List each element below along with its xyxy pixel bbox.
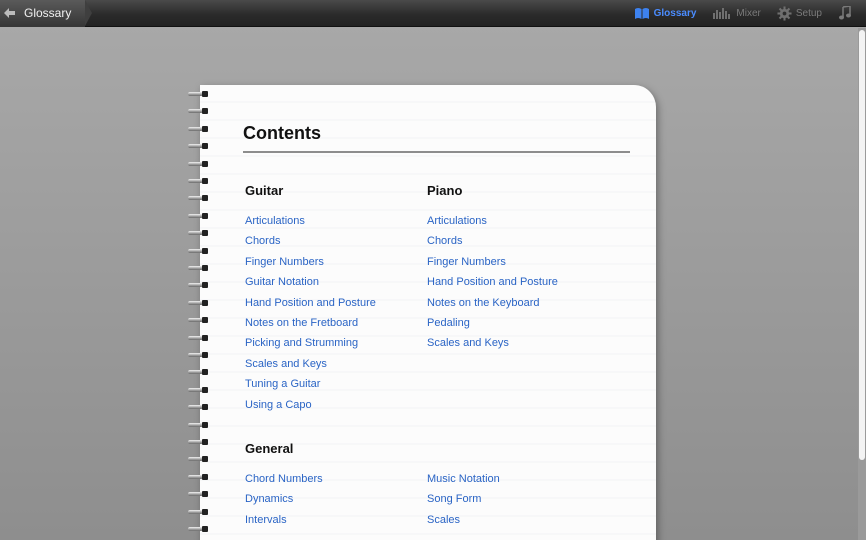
section-heading-piano: Piano <box>427 183 463 198</box>
scrollbar[interactable] <box>858 28 866 540</box>
page-title: Contents <box>243 123 321 143</box>
piano-link-list: Articulations Chords Finger Numbers Hand Po… <box>427 214 558 357</box>
binding-ring <box>188 107 212 115</box>
guitar-link[interactable]: Articulations <box>245 214 376 234</box>
general-link-list-right: Music Notation Song Form Scales <box>427 472 500 533</box>
binding-ring <box>188 212 212 220</box>
guitar-link[interactable]: Using a Capo <box>245 398 376 418</box>
guitar-link[interactable]: Scales and Keys <box>245 357 376 377</box>
back-button[interactable]: Glossary <box>0 0 93 27</box>
binding-ring <box>188 334 212 342</box>
piano-link[interactable]: Pedaling <box>427 316 558 336</box>
binding-ring <box>188 455 212 463</box>
scrollbar-thumb[interactable] <box>859 30 865 460</box>
section-heading-general: General <box>245 441 294 456</box>
tab-setup[interactable]: Setup <box>769 5 830 21</box>
piano-link[interactable]: Articulations <box>427 214 558 234</box>
binding-ring <box>188 299 212 307</box>
piano-link[interactable]: Notes on the Keyboard <box>427 296 558 316</box>
binding-ring <box>188 508 212 516</box>
general-link[interactable]: Song Form <box>427 492 500 512</box>
tab-glossary-label: Glossary <box>653 7 697 19</box>
guitar-link[interactable]: Picking and Strumming <box>245 336 376 356</box>
binding-ring <box>188 177 212 185</box>
piano-link[interactable]: Hand Position and Posture <box>427 275 558 295</box>
binding-ring <box>188 368 212 376</box>
section-heading-guitar: Guitar <box>245 183 284 198</box>
binding-ring <box>188 194 212 202</box>
binding-ring <box>188 281 212 289</box>
guitar-link[interactable]: Tuning a Guitar <box>245 377 376 397</box>
guitar-link[interactable]: Chords <box>245 234 376 254</box>
title-divider <box>243 151 630 153</box>
mixer-icon <box>713 8 731 19</box>
binding-ring <box>188 438 212 446</box>
binding-ring <box>188 316 212 324</box>
guitar-link[interactable]: Hand Position and Posture <box>245 296 376 316</box>
spiral-binding <box>188 90 212 540</box>
binding-ring <box>188 90 212 98</box>
guitar-link[interactable]: Guitar Notation <box>245 275 376 295</box>
piano-link[interactable]: Scales and Keys <box>427 336 558 356</box>
tab-setup-label: Setup <box>795 7 822 19</box>
binding-ring <box>188 160 212 168</box>
general-link-list-left: Chord Numbers Dynamics Intervals <box>245 472 323 533</box>
binding-ring <box>188 229 212 237</box>
back-button-label: Glossary <box>24 6 72 20</box>
book-icon <box>634 7 649 19</box>
binding-ring <box>188 403 212 411</box>
binding-ring <box>188 473 212 481</box>
binding-ring <box>188 125 212 133</box>
guitar-link[interactable]: Notes on the Fretboard <box>245 316 376 336</box>
binding-ring <box>188 247 212 255</box>
piano-link[interactable]: Chords <box>427 234 558 254</box>
tab-mixer-label: Mixer <box>736 7 761 19</box>
gear-icon <box>777 5 792 21</box>
binding-ring <box>188 525 212 533</box>
general-link[interactable]: Dynamics <box>245 492 323 512</box>
binding-ring <box>188 142 212 150</box>
guitar-link[interactable]: Finger Numbers <box>245 255 376 275</box>
general-link[interactable]: Intervals <box>245 513 323 533</box>
binding-ring <box>188 264 212 272</box>
binding-ring <box>188 351 212 359</box>
general-link[interactable]: Music Notation <box>427 472 500 492</box>
back-arrow-icon <box>4 8 18 18</box>
tab-songs[interactable] <box>830 6 866 20</box>
general-link[interactable]: Chord Numbers <box>245 472 323 492</box>
piano-link[interactable]: Finger Numbers <box>427 255 558 275</box>
binding-ring <box>188 386 212 394</box>
music-note-icon <box>839 6 851 20</box>
binding-ring <box>188 490 212 498</box>
guitar-link-list: Articulations Chords Finger Numbers Guitar … <box>245 214 376 418</box>
toolbar: Glossary Glossary Mixer Setup <box>0 0 866 27</box>
general-link[interactable]: Scales <box>427 513 500 533</box>
binding-ring <box>188 421 212 429</box>
tab-glossary[interactable]: Glossary <box>626 7 705 20</box>
tab-mixer[interactable]: Mixer <box>704 7 768 19</box>
